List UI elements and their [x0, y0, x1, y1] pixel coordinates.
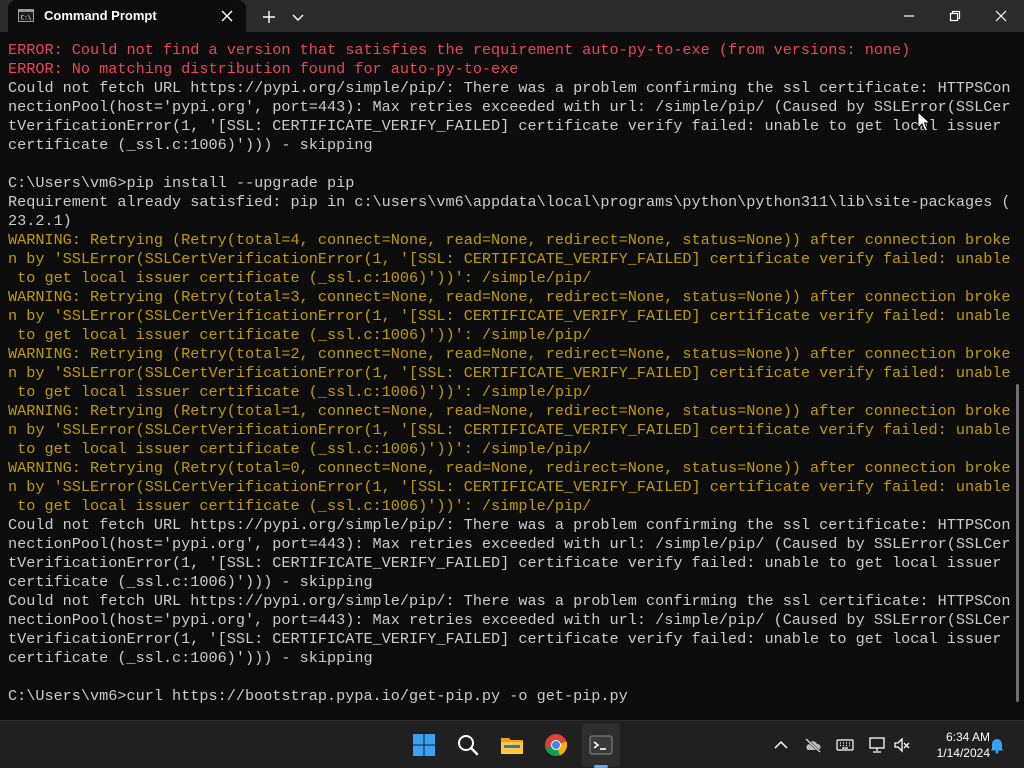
terminal-line: certificate (_ssl.c:1006)'))) - skipping	[8, 573, 373, 591]
terminal-line: to get local issuer certificate (_ssl.c:…	[8, 383, 592, 401]
volume-muted-icon[interactable]	[893, 736, 911, 754]
file-explorer-icon[interactable]	[500, 733, 524, 757]
maximize-button[interactable]	[932, 0, 978, 32]
terminal-line: to get local issuer certificate (_ssl.c:…	[8, 269, 592, 287]
maximize-icon	[949, 10, 961, 22]
terminal-line: nectionPool(host='pypi.org', port=443): …	[8, 98, 1011, 116]
notification-bell-icon[interactable]	[988, 736, 1006, 754]
terminal-line: tVerificationError(1, '[SSL: CERTIFICATE…	[8, 630, 1002, 648]
network-icon[interactable]	[868, 736, 886, 754]
search-icon[interactable]	[456, 733, 480, 757]
terminal-line: tVerificationError(1, '[SSL: CERTIFICATE…	[8, 117, 1002, 135]
taskbar: 6:34 AM 1/14/2024	[0, 720, 1024, 768]
terminal-line: n by 'SSLError(SSLCertVerificationError(…	[8, 364, 1011, 382]
terminal-line: n by 'SSLError(SSLCertVerificationError(…	[8, 478, 1011, 496]
windows-start-icon[interactable]	[412, 733, 436, 757]
close-window-icon	[995, 10, 1007, 22]
close-window-button[interactable]	[978, 0, 1024, 32]
terminal-line: n by 'SSLError(SSLCertVerificationError(…	[8, 421, 1011, 439]
terminal-line: to get local issuer certificate (_ssl.c:…	[8, 497, 592, 515]
plus-icon[interactable]	[260, 8, 278, 26]
mouse-cursor-icon	[917, 111, 931, 132]
terminal-line: nectionPool(host='pypi.org', port=443): …	[8, 535, 1011, 553]
terminal-line: Could not fetch URL https://pypi.org/sim…	[8, 516, 1011, 534]
terminal-line: ERROR: No matching distribution found fo…	[8, 60, 519, 78]
clock-date: 1/14/2024	[936, 746, 990, 760]
tab-command-prompt[interactable]: C:\ Command Prompt	[8, 0, 246, 32]
terminal-line: n by 'SSLError(SSLCertVerificationError(…	[8, 307, 1011, 325]
terminal-line: to get local issuer certificate (_ssl.c:…	[8, 440, 592, 458]
terminal-line: WARNING: Retrying (Retry(total=1, connec…	[8, 402, 1011, 420]
terminal-line: WARNING: Retrying (Retry(total=0, connec…	[8, 459, 1011, 477]
terminal-line: Requirement already satisfied: pip in c:…	[8, 193, 1011, 211]
minimize-button[interactable]	[886, 0, 932, 32]
svg-text:C:\: C:\	[21, 15, 32, 22]
terminal-line: to get local issuer certificate (_ssl.c:…	[8, 326, 592, 344]
close-icon[interactable]	[220, 9, 234, 23]
terminal-line: nectionPool(host='pypi.org', port=443): …	[8, 611, 1011, 629]
terminal-line: ERROR: Could not find a version that sat…	[8, 41, 911, 59]
clock-time: 6:34 AM	[945, 730, 990, 744]
tab-title: Command Prompt	[44, 8, 157, 23]
cmd-icon: C:\	[18, 9, 34, 22]
terminal-line: certificate (_ssl.c:1006)'))) - skipping	[8, 136, 373, 154]
terminal-line: tVerificationError(1, '[SSL: CERTIFICATE…	[8, 554, 1002, 572]
terminal-line: n by 'SSLError(SSLCertVerificationError(…	[8, 250, 1011, 268]
terminal-line: C:\Users\vm6>curl https://bootstrap.pypa…	[8, 687, 628, 705]
cloud-off-icon[interactable]	[804, 736, 822, 754]
system-clock[interactable]: 6:34 AM 1/14/2024	[918, 729, 990, 761]
chevron-up-icon[interactable]	[772, 736, 790, 754]
terminal-line: 23.2.1)	[8, 212, 72, 230]
keyboard-icon[interactable]	[836, 736, 854, 754]
terminal-line: WARNING: Retrying (Retry(total=4, connec…	[8, 231, 1011, 249]
terminal-icon[interactable]	[589, 733, 613, 757]
terminal-line: certificate (_ssl.c:1006)'))) - skipping	[8, 649, 373, 667]
terminal-line: Could not fetch URL https://pypi.org/sim…	[8, 79, 1011, 97]
terminal-line: WARNING: Retrying (Retry(total=2, connec…	[8, 345, 1011, 363]
minimize-icon	[904, 15, 914, 17]
chevron-down-icon[interactable]	[290, 10, 306, 24]
terminal-line: Could not fetch URL https://pypi.org/sim…	[8, 592, 1011, 610]
terminal-output[interactable]: ERROR: Could not find a version that sat…	[0, 32, 1014, 720]
terminal-line: WARNING: Retrying (Retry(total=3, connec…	[8, 288, 1011, 306]
chrome-icon[interactable]	[544, 733, 568, 757]
title-bar: C:\ Command Prompt	[0, 0, 1024, 32]
terminal-line: C:\Users\vm6>pip install --upgrade pip	[8, 174, 355, 192]
scrollbar[interactable]	[1016, 384, 1019, 702]
